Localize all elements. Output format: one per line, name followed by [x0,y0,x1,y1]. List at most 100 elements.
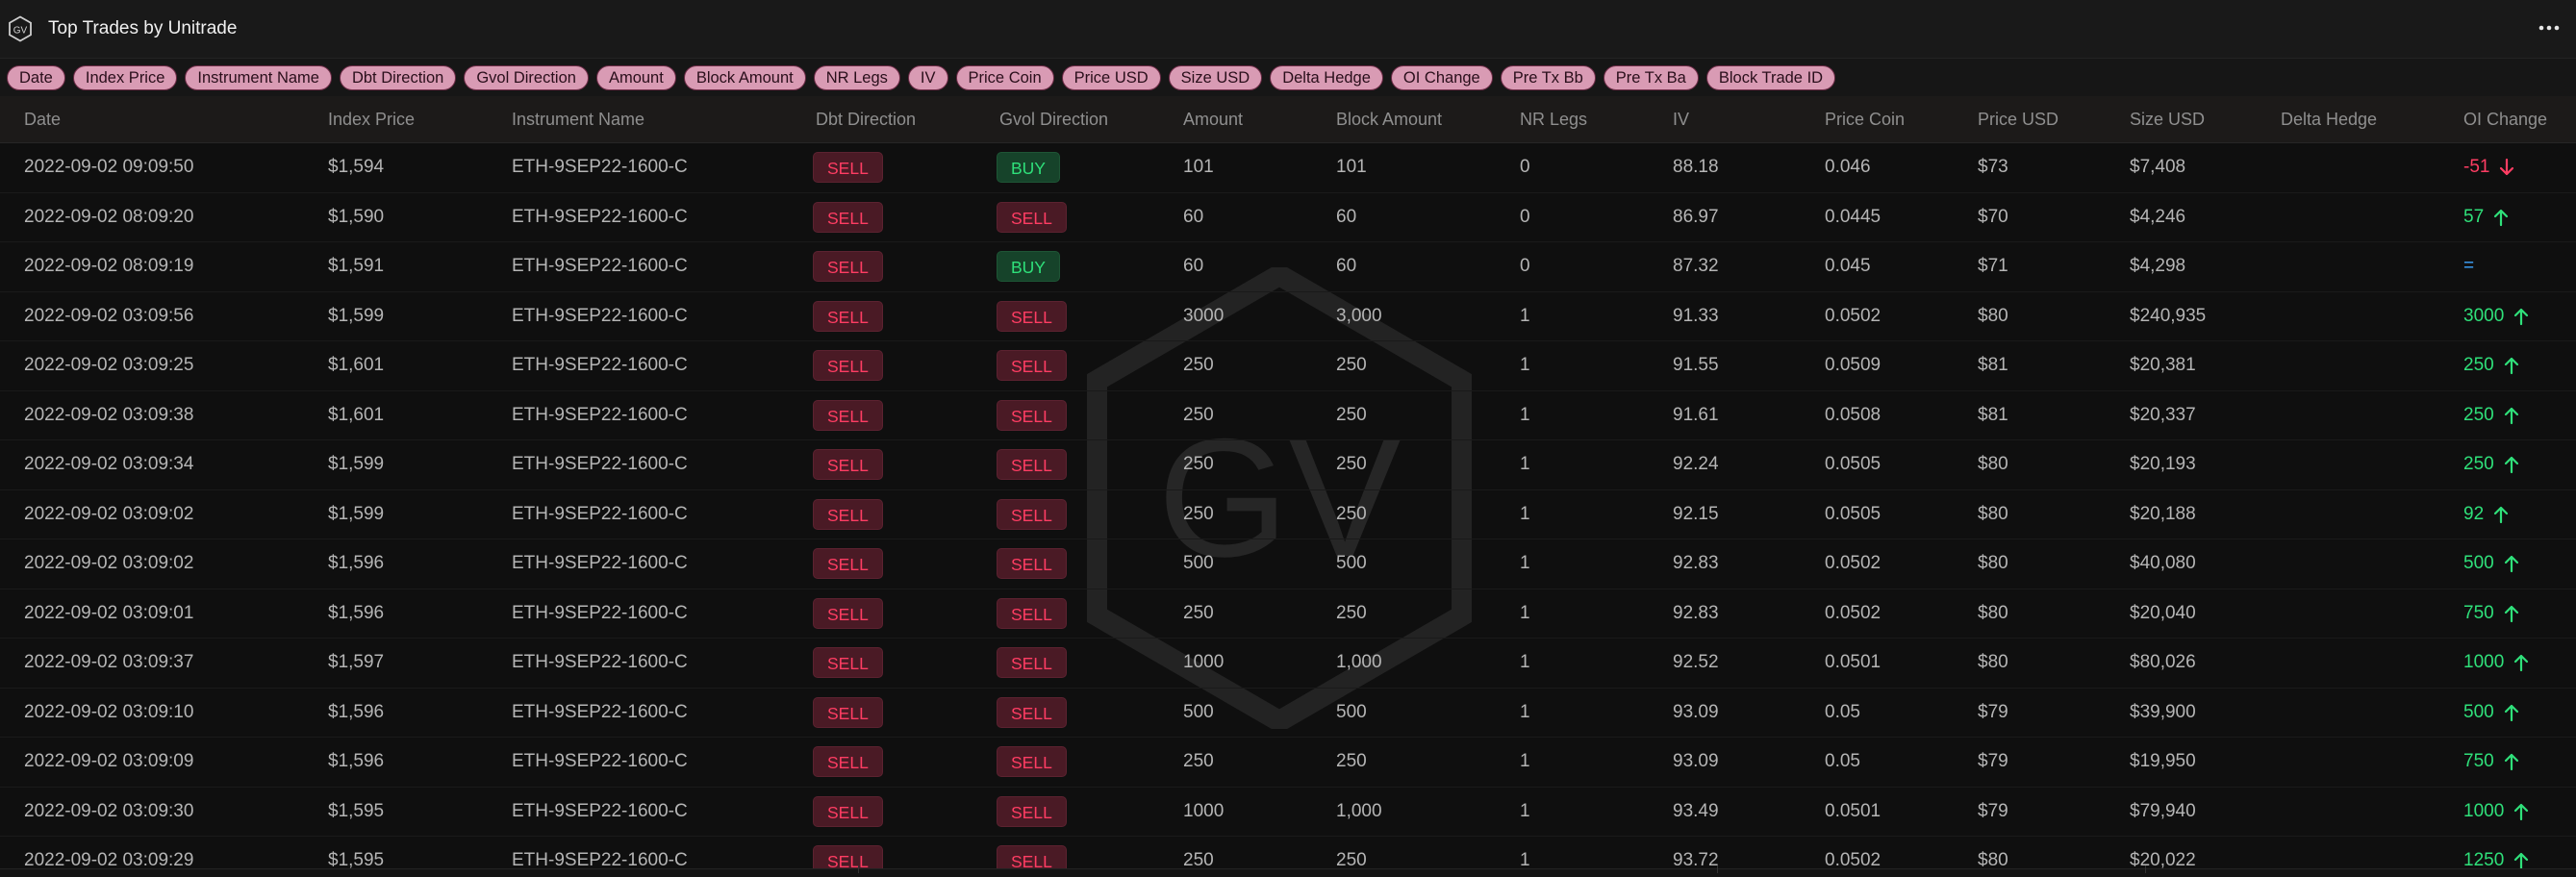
column-chip-block-amount[interactable]: Block Amount [683,65,806,90]
column-chip-pre-tx-bb[interactable]: Pre Tx Bb [1500,65,1596,90]
table-row[interactable]: 2022-09-02 03:09:02 $1,599 ETH-9SEP22-1600… [0,490,2576,539]
table-row[interactable]: 2022-09-02 03:09:01 $1,596 ETH-9SEP22-1600… [0,589,2576,639]
cell-date: 2022-09-02 03:09:25 [24,355,194,376]
column-chip-price-coin[interactable]: Price Coin [955,65,1054,90]
horizontal-scrollbar[interactable] [0,865,2576,877]
cell-oi-change: 1000 [2463,652,2529,673]
gvol-direction-badge: SELL [997,696,1067,728]
column-header-price-usd[interactable]: Price USD [1978,110,2058,130]
cell-instrument-name: ETH-9SEP22-1600-C [512,454,688,475]
cell-dbt-direction: SELL [813,795,883,827]
column-chip-size-usd[interactable]: Size USD [1168,65,1263,90]
column-header-oi-change[interactable]: OI Change [2463,110,2547,130]
cell-index-price: $1,594 [328,157,385,178]
column-chip-index-price[interactable]: Index Price [72,65,178,90]
gvol-direction-badge: SELL [997,201,1067,233]
cell-oi-change: 250 [2463,405,2519,426]
column-chip-nr-legs[interactable]: NR Legs [813,65,900,90]
table-row[interactable]: 2022-09-02 03:09:34 $1,599 ETH-9SEP22-1600… [0,440,2576,490]
table-row[interactable]: 2022-09-02 03:09:09 $1,596 ETH-9SEP22-1600… [0,738,2576,788]
cell-oi-change: 1000 [2463,801,2529,822]
column-header-gvol-direction[interactable]: Gvol Direction [999,110,1108,130]
table-row[interactable]: 2022-09-02 03:09:56 $1,599 ETH-9SEP22-1600… [0,292,2576,341]
dbt-direction-badge: SELL [813,696,883,728]
column-header-price-coin[interactable]: Price Coin [1825,110,1905,130]
column-chip-price-usd[interactable]: Price USD [1061,65,1161,90]
cell-block-amount: 3,000 [1336,305,1382,326]
table-row[interactable]: 2022-09-02 03:09:02 $1,596 ETH-9SEP22-1600… [0,539,2576,589]
column-chip-instrument-name[interactable]: Instrument Name [185,65,332,90]
cell-block-amount: 60 [1336,206,1357,227]
column-chip-date[interactable]: Date [7,65,65,90]
column-header-size-usd[interactable]: Size USD [2130,110,2205,130]
cell-dbt-direction: SELL [813,300,883,332]
table-row[interactable]: 2022-09-02 03:09:10 $1,596 ETH-9SEP22-1600… [0,689,2576,738]
column-header-date[interactable]: Date [24,110,61,130]
column-header-index-price[interactable]: Index Price [328,110,415,130]
oi-change-text: 750 [2463,751,2494,772]
oi-change-value: 250 [2463,405,2519,426]
column-header-amount[interactable]: Amount [1183,110,1243,130]
cell-amount: 250 [1183,404,1214,425]
cell-price-coin: 0.0501 [1825,800,1881,821]
cell-iv: 91.33 [1673,305,1719,326]
column-header-iv[interactable]: IV [1673,110,1689,130]
table-row[interactable]: 2022-09-02 03:09:37 $1,597 ETH-9SEP22-1600… [0,639,2576,689]
cell-oi-change: 250 [2463,454,2519,475]
table-row[interactable]: 2022-09-02 08:09:20 $1,590 ETH-9SEP22-1600… [0,193,2576,242]
cell-block-amount: 250 [1336,602,1367,623]
dbt-direction-badge: SELL [813,201,883,233]
cell-iv: 93.49 [1673,800,1719,821]
column-chip-amount[interactable]: Amount [595,65,676,90]
cell-iv: 93.09 [1673,751,1719,772]
cell-nr-legs: 1 [1520,800,1530,821]
cell-price-usd: $81 [1978,355,2008,376]
cell-price-coin: 0.0509 [1825,355,1881,376]
more-options-button[interactable] [2532,13,2566,42]
cell-date: 2022-09-02 03:09:02 [24,553,194,574]
column-chip-dbt-direction[interactable]: Dbt Direction [339,65,457,90]
column-header-delta-hedge[interactable]: Delta Hedge [2281,110,2377,130]
column-header-instrument-name[interactable]: Instrument Name [512,110,644,130]
cell-index-price: $1,601 [328,355,385,376]
oi-change-value: 1000 [2463,801,2529,822]
column-chip-delta-hedge[interactable]: Delta Hedge [1270,65,1383,90]
cell-instrument-name: ETH-9SEP22-1600-C [512,256,688,277]
cell-price-coin: 0.0505 [1825,454,1881,475]
cell-price-coin: 0.05 [1825,751,1860,772]
cell-price-usd: $80 [1978,553,2008,574]
column-chip-pre-tx-ba[interactable]: Pre Tx Ba [1603,65,1699,90]
cell-index-price: $1,601 [328,404,385,425]
cell-iv: 92.83 [1673,602,1719,623]
cell-oi-change: -51 [2463,157,2514,178]
column-chip-block-trade-id[interactable]: Block Trade ID [1705,65,1836,90]
arrow-up-icon [2504,754,2518,771]
column-header-dbt-direction[interactable]: Dbt Direction [816,110,916,130]
cell-gvol-direction: SELL [997,399,1067,431]
cell-amount: 1000 [1183,800,1225,821]
cell-price-coin: 0.0505 [1825,503,1881,524]
cell-price-usd: $80 [1978,503,2008,524]
cell-date: 2022-09-02 03:09:38 [24,404,194,425]
cell-oi-change: 92 [2463,504,2509,525]
column-header-nr-legs[interactable]: NR Legs [1520,110,1587,130]
cell-price-coin: 0.045 [1825,256,1871,277]
cell-block-amount: 101 [1336,157,1367,178]
table-row[interactable]: 2022-09-02 08:09:19 $1,591 ETH-9SEP22-1600… [0,242,2576,292]
column-chip-iv[interactable]: IV [907,65,948,90]
dbt-direction-badge: SELL [813,597,883,629]
table-row[interactable]: 2022-09-02 03:09:30 $1,595 ETH-9SEP22-1600… [0,788,2576,837]
cell-oi-change: 750 [2463,603,2519,624]
cell-block-amount: 250 [1336,751,1367,772]
table-row[interactable]: 2022-09-02 03:09:38 $1,601 ETH-9SEP22-1600… [0,391,2576,440]
table-row[interactable]: 2022-09-02 03:09:25 $1,601 ETH-9SEP22-1600… [0,341,2576,391]
column-chip-oi-change[interactable]: OI Change [1390,65,1493,90]
cell-oi-change: 750 [2463,751,2519,772]
table-row[interactable]: 2022-09-02 09:09:50 $1,594 ETH-9SEP22-1600… [0,143,2576,193]
logo-text: GV [13,26,28,37]
cell-block-amount: 250 [1336,503,1367,524]
column-header-block-amount[interactable]: Block Amount [1336,110,1442,130]
oi-change-value: 3000 [2463,306,2529,327]
cell-nr-legs: 0 [1520,256,1530,277]
column-chip-gvol-direction[interactable]: Gvol Direction [464,65,589,90]
